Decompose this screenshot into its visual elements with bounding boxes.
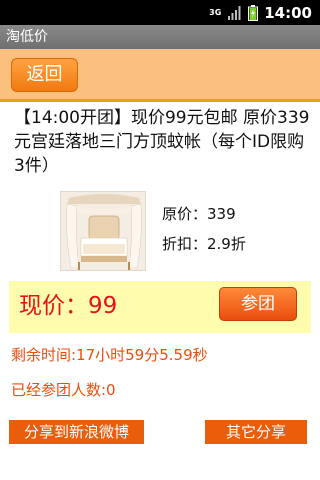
status-clock: 14:00 [264, 3, 312, 22]
product-image[interactable] [60, 191, 146, 271]
battery-icon [248, 4, 259, 21]
header-bar: 返回 [0, 49, 320, 102]
share-weibo-button[interactable]: 分享到新浪微博 [9, 420, 144, 444]
bed-canopy-image [61, 192, 145, 270]
remaining-time: 剩余时间:17小时59分5.59秒 [11, 346, 208, 364]
price-info: 原价：339 折扣：2.9折 [162, 204, 246, 264]
join-group-button[interactable]: 参团 [219, 287, 297, 321]
share-other-button[interactable]: 其它分享 [205, 420, 307, 444]
back-button[interactable]: 返回 [11, 58, 78, 92]
signal-bars-icon [228, 5, 241, 20]
discount-rate: 折扣：2.9折 [162, 235, 246, 253]
current-price: 现价：99 [19, 293, 118, 319]
original-price: 原价：339 [162, 205, 236, 223]
joined-count: 已经参团人数:0 [11, 381, 116, 399]
product-title: 【14:00开团】现价99元包邮 原价339元宫廷落地三门方顶蚊帐（每个ID限购… [14, 108, 310, 176]
app-title-bar: 淘低价 [0, 25, 320, 49]
3g-signal-icon: 3G [209, 7, 222, 17]
price-panel: 现价：99 参团 [9, 281, 311, 333]
status-bar: 3G 14:00 [0, 0, 320, 25]
